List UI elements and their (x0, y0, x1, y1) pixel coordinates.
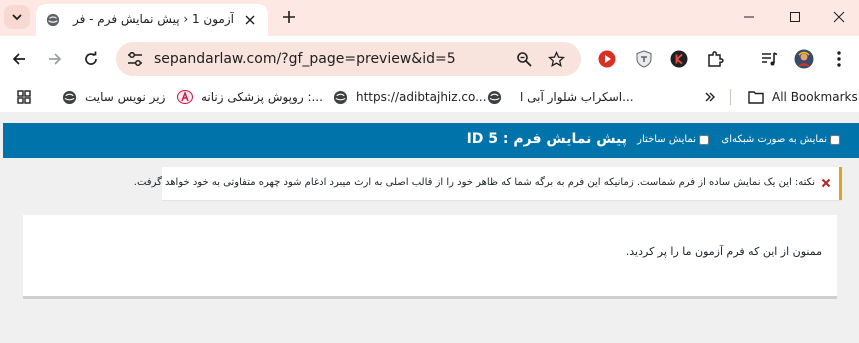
globe-icon (333, 90, 347, 104)
bookmark-star-button[interactable] (546, 49, 566, 69)
preview-header: نمایش به صورت شبکه‌ای نمایش ساختار پیش ن… (3, 123, 859, 158)
bookmark-item-subtitle[interactable]: زیر نویس سایت (61, 87, 165, 107)
url-host: sepandarlaw.com (154, 51, 277, 67)
site-info-button[interactable] (124, 49, 146, 69)
k-badge-icon (670, 50, 688, 68)
address-bar[interactable]: sepandarlaw.com/?gf_page=preview&id=5 (116, 42, 581, 76)
tab-search-button[interactable] (4, 5, 30, 29)
bookmark-label: https://adibtajhiz.co... (356, 90, 487, 104)
bookmarks-divider (730, 89, 731, 105)
preview-notice: نکته: این یک نمایش ساده از فرم شماست. زم… (134, 167, 842, 200)
form-confirmation-box: ممنون از این که فرم آزمون ما را پر کردید… (23, 215, 837, 299)
tune-icon (128, 52, 142, 66)
profile-avatar[interactable] (792, 47, 816, 71)
all-bookmarks-button[interactable]: All Bookmarks (748, 87, 858, 107)
bookmark-label: اسکراب شلوار آبی ا... (520, 90, 634, 104)
grid-view-label: نمایش به صورت شبکه‌ای (721, 134, 827, 145)
structure-view-option[interactable]: نمایش ساختار (637, 134, 709, 145)
play-circle-icon (598, 50, 616, 68)
more-vert-icon (837, 51, 841, 67)
apps-grid-icon (17, 90, 31, 104)
chrome-menu-button[interactable] (827, 47, 851, 71)
confirmation-message: ممنون از این که فرم آزمون ما را پر کردید… (625, 245, 822, 258)
chevron-double-right-icon (705, 92, 715, 102)
extension-play[interactable] (595, 47, 619, 71)
page-title: پیش نمایش فرم : ID 5 (466, 131, 627, 147)
bookmark-label: زیر نویس سایت (85, 90, 166, 104)
close-tab-icon[interactable] (242, 12, 258, 28)
bookmarks-overflow-button[interactable] (702, 87, 718, 107)
reload-icon (85, 51, 97, 65)
maximize-button[interactable] (784, 6, 806, 28)
avatar-icon (794, 49, 814, 69)
bookmark-item-scrubs[interactable]: روپوش پزشکی زنانه :... (177, 87, 323, 107)
bookmark-item-pants[interactable]: اسکراب شلوار آبی ا... (486, 87, 634, 107)
extensions-button[interactable] (703, 47, 727, 71)
media-controls-button[interactable] (758, 47, 782, 71)
maximize-icon (790, 12, 800, 22)
zoom-button[interactable] (514, 49, 534, 69)
puzzle-icon (708, 51, 724, 67)
url-path: /?gf_page=preview&id=5 (276, 51, 456, 67)
arrow-left-icon (12, 53, 25, 65)
grid-view-checkbox[interactable] (830, 134, 840, 145)
globe-icon (46, 13, 60, 27)
active-tab[interactable]: آزمون 1 ‹ پیش نمایش فرم - فرم ها (36, 4, 268, 36)
zoom-icon (517, 52, 532, 67)
minimize-button[interactable] (738, 6, 760, 28)
structure-view-label: نمایش ساختار (637, 134, 696, 145)
site-logo-icon (177, 90, 193, 104)
page-content: نمایش به صورت شبکه‌ای نمایش ساختار پیش ن… (0, 112, 859, 343)
bookmark-item-adibtajhiz[interactable]: https://adibtajhiz.co... (332, 87, 487, 107)
minimize-icon (744, 16, 754, 18)
tab-strip: آزمون 1 ‹ پیش نمایش فرم - فرم ها (0, 0, 859, 36)
all-bookmarks-label: All Bookmarks (772, 90, 858, 104)
reload-button[interactable] (79, 47, 103, 71)
extension-k[interactable] (667, 47, 691, 71)
shield-icon (636, 50, 652, 68)
notice-text: نکته: این یک نمایش ساده از فرم شماست. زم… (133, 177, 815, 188)
star-icon (547, 50, 565, 67)
bookmarks-bar: زیر نویس سایت روپوش پزشکی زنانه :... htt… (0, 82, 859, 112)
back-button[interactable] (7, 47, 31, 71)
close-icon (833, 11, 845, 23)
arrow-right-icon (49, 53, 62, 65)
tab-title: آزمون 1 ‹ پیش نمایش فرم - فرم ها (72, 12, 234, 26)
chevron-down-icon (12, 14, 22, 21)
close-x-icon (821, 178, 831, 188)
structure-view-checkbox[interactable] (699, 134, 709, 145)
queue-music-icon (762, 52, 778, 66)
close-window-button[interactable] (828, 6, 850, 28)
apps-button[interactable] (16, 87, 32, 107)
globe-icon (487, 90, 501, 104)
globe-icon (62, 90, 76, 104)
folder-icon (748, 91, 764, 104)
forward-button[interactable] (43, 47, 67, 71)
grid-view-option[interactable]: نمایش به صورت شبکه‌ای (721, 134, 840, 145)
url-text: sepandarlaw.com/?gf_page=preview&id=5 (154, 51, 456, 67)
new-tab-button[interactable] (278, 6, 300, 28)
bookmark-label: روپوش پزشکی زنانه :... (201, 90, 323, 104)
browser-toolbar: sepandarlaw.com/?gf_page=preview&id=5 (0, 36, 859, 82)
plus-icon (283, 11, 295, 23)
extension-shield[interactable] (632, 47, 656, 71)
